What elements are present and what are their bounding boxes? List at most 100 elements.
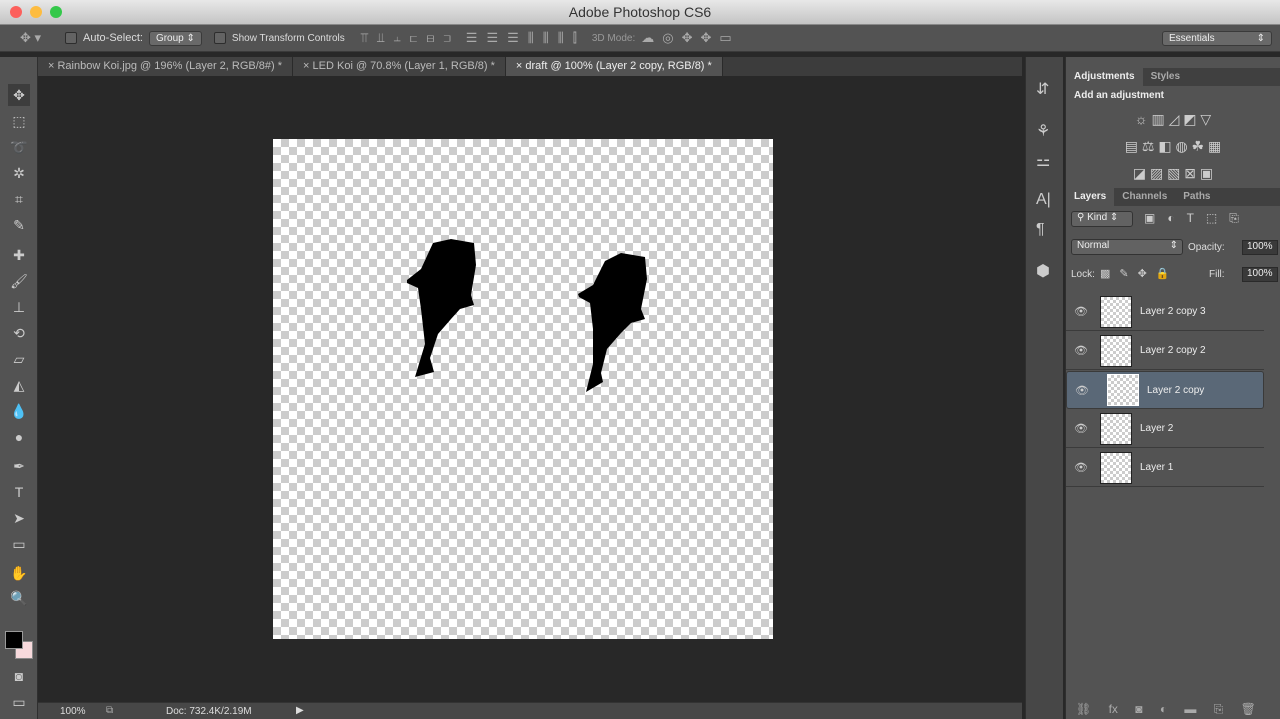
auto-select-label: Auto-Select: — [83, 32, 143, 44]
blend-value: Normal — [1077, 240, 1110, 251]
type-tool-icon[interactable]: T — [8, 481, 30, 503]
tools-panel: ✥ ⬚ ➰ ✲ ⌗ ✎ ✚ 🖌 ⊥ ⟲ ▱ ◭ 💧 ● ✒ T ➤ ▭ ✋ 🔍 … — [0, 57, 38, 719]
clone-source-icon[interactable]: ⚍ — [1036, 151, 1050, 171]
right-panels: Adjustments Styles Add an adjustment ☼ ▥… — [1065, 57, 1280, 719]
group-select[interactable]: Group ⇕ — [148, 30, 202, 46]
3d-mode-label: 3D Mode: — [591, 32, 636, 44]
koi-silhouettes — [407, 239, 647, 392]
history-brush-icon[interactable]: ⟲ — [8, 322, 30, 344]
layer-thumbnail — [1100, 451, 1132, 484]
visibility-eye-icon[interactable]: 👁 — [1074, 422, 1088, 435]
close-window-button[interactable] — [10, 6, 22, 18]
layers-footer-icons[interactable]: ⛓ fx ◙ ◐ ▬ ⎘ 🗑 — [1076, 702, 1256, 717]
lock-icons[interactable]: ▩✎✥🔒 — [1100, 267, 1179, 280]
opacity-label: Opacity: — [1188, 242, 1225, 253]
layer-filter-icons[interactable]: ▣◐T⬚⎘ — [1144, 211, 1251, 226]
panel-dock: ⇵ ⚘ ⚍ A| ¶ ⬢ — [1025, 57, 1063, 719]
opacity-input[interactable]: 100% — [1242, 240, 1278, 255]
magic-wand-icon[interactable]: ✲ — [8, 162, 30, 184]
zoom-window-button[interactable] — [50, 6, 62, 18]
character-icon[interactable]: A| — [1036, 191, 1051, 209]
tab-layers[interactable]: Layers — [1066, 188, 1115, 206]
3d-icon[interactable]: ⬢ — [1036, 261, 1050, 281]
lock-label: Lock: — [1071, 269, 1095, 280]
koi-silhouette — [578, 253, 647, 392]
layer-row[interactable]: 👁 Layer 2 copy 3 — [1066, 293, 1264, 331]
pen-tool-icon[interactable]: ✒ — [8, 455, 30, 477]
layer-row[interactable]: 👁 Layer 2 copy 2 — [1066, 332, 1264, 370]
show-transform-checkbox[interactable] — [213, 32, 226, 44]
dodge-tool-icon[interactable]: ● — [8, 426, 30, 448]
align-icons[interactable]: ⫪⫫⫠⊏⊟⊐ — [361, 30, 460, 46]
blend-mode-select[interactable]: Normal ⇕ — [1071, 239, 1183, 255]
show-transform-label: Show Transform Controls — [231, 32, 345, 44]
kind-filter-select[interactable]: ⚲ Kind ⇕ — [1071, 211, 1133, 227]
status-bar: 100% ⧉ Doc: 732.4K/2.19M ▶ — [38, 702, 1022, 719]
visibility-eye-icon[interactable]: 👁 — [1074, 461, 1088, 474]
workspace-value: Essentials — [1169, 32, 1215, 44]
eraser-icon[interactable]: ▱ — [8, 348, 30, 370]
lasso-tool-icon[interactable]: ➰ — [8, 136, 30, 158]
distribute-icons[interactable]: ☰☰☰⫼⫼⫼⫿ — [466, 30, 586, 46]
stamp-tool-icon[interactable]: ⊥ — [8, 296, 30, 318]
tab-styles[interactable]: Styles — [1143, 68, 1188, 86]
crop-tool-icon[interactable]: ⌗ — [8, 188, 30, 210]
group-value: Group — [155, 32, 184, 44]
screen-mode-icon[interactable]: ▭ — [8, 691, 30, 713]
layer-thumbnail — [1107, 374, 1139, 406]
layer-row[interactable]: 👁 Layer 2 — [1066, 410, 1264, 448]
layers-list: 👁 Layer 2 copy 3 👁 Layer 2 copy 2 👁 Layer 2… — [1066, 293, 1280, 693]
tab-led-koi[interactable]: × LED Koi @ 70.8% (Layer 1, RGB/8) * — [293, 57, 506, 76]
fill-label: Fill: — [1209, 269, 1225, 280]
tab-draft[interactable]: × draft @ 100% (Layer 2 copy, RGB/8) * — [505, 57, 723, 76]
status-menu-arrow-icon[interactable]: ▶ — [296, 705, 304, 716]
visibility-eye-icon[interactable]: 👁 — [1074, 344, 1088, 357]
workspace-select[interactable]: Essentials ⇕ — [1162, 30, 1272, 46]
document-tabs: × Rainbow Koi.jpg @ 196% (Layer 2, RGB/8… — [38, 57, 1022, 76]
path-select-icon[interactable]: ➤ — [8, 507, 30, 529]
adjustment-icons-row1[interactable]: ☼ ▥ ◿ ◩ ▽ — [1066, 111, 1280, 128]
adjustment-icons-row2[interactable]: ▤ ⚖ ◧ ◍ ☘ ▦ — [1066, 138, 1280, 155]
title-bar: Adobe Photoshop CS6 — [0, 0, 1280, 25]
adjustment-icons-row3[interactable]: ◪ ▨ ▧ ⊠ ▣ — [1066, 165, 1280, 182]
hand-tool-icon[interactable]: ✋ — [8, 562, 30, 584]
blur-tool-icon[interactable]: 💧 — [8, 400, 30, 422]
healing-brush-icon[interactable]: ✚ — [8, 244, 30, 266]
visibility-eye-icon[interactable]: 👁 — [1075, 384, 1089, 397]
layer-name: Layer 2 copy 3 — [1140, 306, 1206, 317]
options-bar: ✥ ▾ Auto-Select: Group ⇕ Show Transform … — [0, 25, 1280, 52]
brush-tool-icon[interactable]: 🖌 — [8, 270, 30, 292]
tab-adjustments[interactable]: Adjustments — [1066, 68, 1143, 86]
quick-mask-icon[interactable]: ◙ — [8, 665, 30, 687]
layer-name: Layer 2 copy 2 — [1140, 345, 1206, 356]
visibility-eye-icon[interactable]: 👁 — [1074, 305, 1088, 318]
layer-thumbnail — [1100, 295, 1132, 328]
paragraph-icon[interactable]: ¶ — [1036, 221, 1045, 239]
document-canvas[interactable] — [273, 139, 773, 639]
tab-rainbow-koi[interactable]: × Rainbow Koi.jpg @ 196% (Layer 2, RGB/8… — [38, 57, 294, 76]
eyedropper-icon[interactable]: ✎ — [8, 214, 30, 236]
move-tool-icon[interactable]: ✥ ▾ — [20, 30, 41, 46]
fill-input[interactable]: 100% — [1242, 267, 1278, 282]
move-tool-icon[interactable]: ✥ — [8, 84, 30, 106]
rectangle-tool-icon[interactable]: ▭ — [8, 533, 30, 555]
doc-size: Doc: 732.4K/2.19M — [166, 706, 252, 717]
minimize-window-button[interactable] — [30, 6, 42, 18]
foreground-color-swatch[interactable] — [5, 631, 23, 649]
adjustments-heading: Add an adjustment — [1074, 90, 1165, 101]
tab-channels[interactable]: Channels — [1114, 188, 1175, 206]
layer-row[interactable]: 👁 Layer 1 — [1066, 449, 1264, 487]
zoom-tool-icon[interactable]: 🔍 — [8, 587, 30, 609]
3d-mode-icons[interactable]: ☁◎✥✥▭ — [641, 30, 739, 46]
zoom-level[interactable]: 100% — [60, 706, 86, 717]
layer-thumbnail — [1100, 334, 1132, 367]
history-icon[interactable]: ⇵ — [1036, 79, 1049, 99]
paint-bucket-icon[interactable]: ◭ — [8, 374, 30, 396]
tab-paths[interactable]: Paths — [1175, 188, 1218, 206]
brush-presets-icon[interactable]: ⚘ — [1036, 121, 1050, 141]
status-share-icon[interactable]: ⧉ — [106, 705, 113, 716]
koi-silhouette — [407, 239, 476, 377]
layer-row-selected[interactable]: 👁 Layer 2 copy — [1066, 371, 1264, 409]
auto-select-checkbox[interactable] — [65, 32, 78, 44]
marquee-tool-icon[interactable]: ⬚ — [8, 110, 30, 132]
